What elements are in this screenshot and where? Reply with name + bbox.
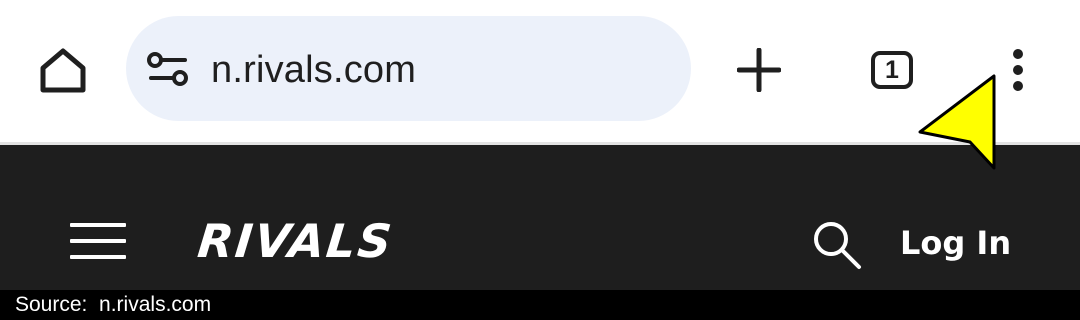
plus-icon [737, 48, 781, 92]
login-link[interactable]: Log In [900, 221, 1011, 265]
home-icon [40, 48, 86, 93]
url-text[interactable]: n.rivals.com [211, 46, 416, 94]
rivals-logo[interactable]: RIVALS [195, 214, 396, 268]
tab-count: 1 [885, 55, 899, 84]
source-value: n.rivals.com [99, 293, 212, 316]
search-button[interactable] [806, 217, 866, 271]
source-caption: Source: n.rivals.com [15, 293, 211, 317]
more-menu-button[interactable] [996, 40, 1040, 100]
site-info-button[interactable] [140, 46, 196, 92]
tune-icon [147, 52, 188, 86]
hamburger-icon[interactable] [66, 217, 130, 265]
new-tab-button[interactable] [728, 40, 790, 100]
home-button[interactable] [30, 40, 96, 100]
tab-switcher-icon: 1 [871, 51, 913, 89]
search-icon [814, 222, 861, 269]
more-vert-icon [1013, 49, 1023, 91]
yellow-arrow-cursor-icon [918, 74, 996, 170]
source-caption-bar: Source: n.rivals.com [0, 290, 1080, 320]
source-label: Source: [15, 293, 88, 316]
